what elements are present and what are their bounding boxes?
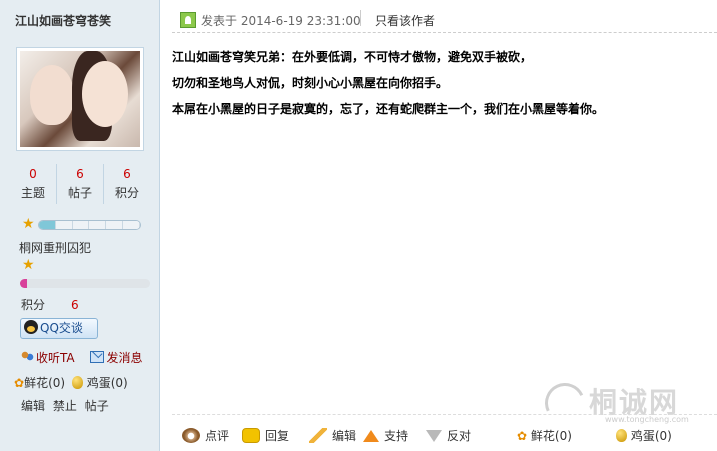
egg-button[interactable]: 鸡蛋(0)	[613, 427, 672, 444]
sidebar-egg-link[interactable]: 鸡蛋(0)	[69, 376, 128, 390]
egg-icon	[616, 429, 627, 442]
credit-row: 积分 6	[21, 296, 79, 313]
comment-label: 点评	[205, 429, 230, 443]
follow-label: 收听TA	[36, 351, 75, 365]
author-name-link[interactable]: 江山如画苍穹苍笑	[15, 12, 111, 29]
level-progress-segment	[55, 221, 73, 229]
stat-credits-value: 6	[123, 167, 131, 181]
header-divider	[360, 10, 361, 26]
stat-posts-label: 帖子	[67, 186, 92, 200]
admin-links: 编辑 禁止 帖子	[21, 397, 113, 414]
group-star-icon: ★	[22, 257, 35, 273]
sidebar-flower-link[interactable]: ✿鲜花(0)	[14, 376, 65, 390]
level-star-icon: ★	[22, 216, 35, 232]
egg-label: 鸡蛋(0)	[630, 429, 672, 443]
reply-icon	[242, 428, 260, 443]
avatar-image	[20, 51, 140, 147]
sidebar-egg-label: 鸡蛋(0)	[86, 376, 128, 390]
post-line: 江山如画苍穹笑兄弟：在外要低调，不可恃才傲物，避免双手被砍，	[172, 50, 533, 64]
oppose-label: 反对	[447, 429, 472, 443]
level-progress-segment	[39, 221, 56, 229]
qq-chat-button[interactable]: QQ交谈	[20, 318, 98, 339]
admin-ban-link[interactable]: 禁止	[53, 399, 77, 413]
comment-icon	[182, 428, 200, 443]
oppose-button[interactable]: 反对	[426, 427, 471, 444]
post-header: 发表于 2014-6-19 23:31:00 只看该作者	[172, 9, 717, 33]
message-label: 发消息	[106, 351, 143, 365]
arrow-down-icon	[426, 429, 442, 442]
author-stats: 0 主题 6 帖子 6 积分	[10, 164, 150, 204]
stat-threads[interactable]: 0 主题	[10, 164, 57, 204]
level-progress-segment	[106, 221, 124, 229]
qq-chat-label: QQ交谈	[40, 321, 83, 335]
avatar-face-right	[82, 61, 128, 127]
post-line: 切勿和圣地鸟人对侃，时刻小心小黑屋在向你招手。	[172, 76, 449, 90]
online-status-icon	[180, 12, 196, 28]
credit-label: 积分	[21, 298, 46, 312]
credit-progress-fill	[20, 279, 27, 288]
admin-edit-link[interactable]: 编辑	[21, 399, 45, 413]
admin-posts-link[interactable]: 帖子	[85, 399, 109, 413]
level-progress-bar	[38, 220, 141, 230]
stat-posts[interactable]: 6 帖子	[57, 164, 104, 204]
only-author-link[interactable]: 只看该作者	[375, 12, 435, 29]
level-progress-segment	[89, 221, 107, 229]
stat-threads-label: 主题	[20, 186, 45, 200]
post-action-bar: 点评 回复 编辑 支持 反对 ✿ 鲜花(0) 鸡蛋(0)	[172, 414, 717, 451]
flower-icon: ✿	[517, 428, 528, 443]
stat-credits[interactable]: 6 积分	[104, 164, 150, 204]
watermark-text: 桐诚网	[589, 386, 680, 419]
credit-progress-bar	[20, 279, 150, 288]
edit-button[interactable]: 编辑	[309, 427, 356, 444]
support-button[interactable]: 支持	[363, 427, 408, 444]
author-contact-row: 收听TA 发消息	[20, 349, 154, 366]
pencil-icon	[309, 428, 327, 443]
arrow-up-icon	[363, 429, 379, 442]
follow-link[interactable]: 收听TA	[20, 351, 81, 365]
avatar-face-left	[30, 65, 74, 125]
post-timestamp: 发表于 2014-6-19 23:31:00	[201, 14, 361, 28]
credit-value: 6	[71, 298, 79, 312]
flower-button[interactable]: ✿ 鲜花(0)	[517, 427, 572, 444]
author-sidebar: 江山如画苍穹苍笑 0 主题 6 帖子 6 积分 ★ 桐网重刑囚犯 ★ 积分 6 Q…	[0, 0, 160, 451]
edit-label: 编辑	[332, 429, 357, 443]
support-label: 支持	[384, 429, 409, 443]
post-line: 本屌在小黑屋的日子是寂寞的，忘了，还有蛇爬群主一个，我们在小黑屋等着你。	[172, 102, 605, 116]
egg-icon	[71, 376, 83, 389]
message-link[interactable]: 发消息	[90, 351, 148, 365]
stat-credits-label: 积分	[114, 186, 139, 200]
level-progress-segment	[72, 221, 90, 229]
flower-icon: ✿	[14, 376, 25, 390]
post-content: 江山如画苍穹笑兄弟：在外要低调，不可恃才傲物，避免双手被砍， 切勿和圣地鸟人对侃…	[172, 44, 712, 122]
author-gift-row: ✿鲜花(0) 鸡蛋(0)	[14, 374, 128, 391]
qq-penguin-icon	[24, 320, 38, 334]
reply-label: 回复	[265, 429, 290, 443]
reply-button[interactable]: 回复	[242, 427, 289, 444]
avatar[interactable]	[16, 47, 144, 151]
user-group-label: 桐网重刑囚犯	[19, 241, 92, 255]
stat-threads-value: 0	[29, 167, 37, 181]
level-progress-segment	[123, 221, 140, 229]
comment-button[interactable]: 点评	[182, 427, 229, 444]
flower-label: 鲜花(0)	[530, 429, 572, 443]
follow-icon	[20, 351, 34, 363]
mail-icon	[90, 351, 105, 363]
stat-posts-value: 6	[76, 167, 84, 181]
sidebar-flower-label: 鲜花(0)	[24, 376, 66, 390]
